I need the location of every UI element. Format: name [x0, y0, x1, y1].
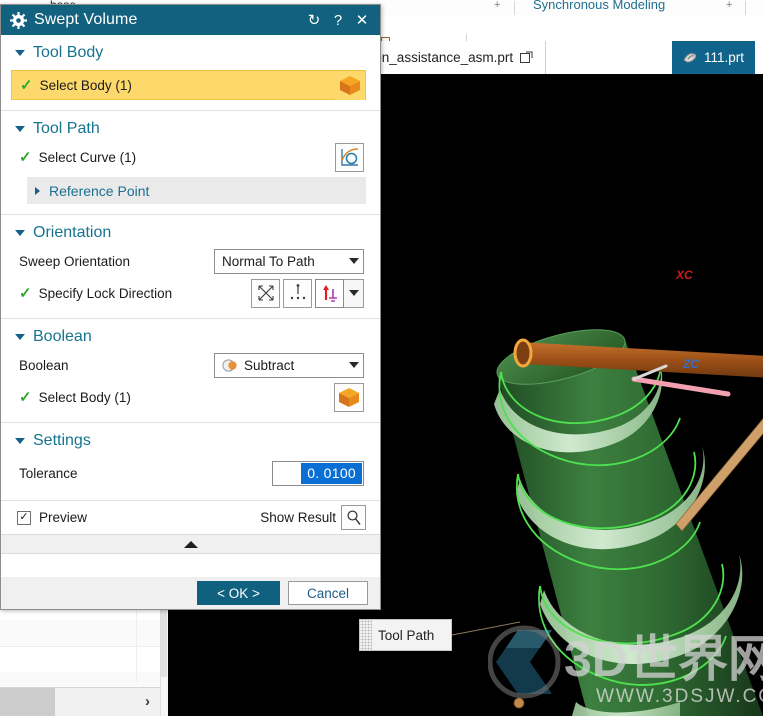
check-icon: ✓	[19, 284, 32, 302]
group-orientation: Orientation Sweep Orientation Normal To …	[1, 215, 380, 319]
chevron-down-icon[interactable]	[349, 258, 359, 264]
select-body-label: Select Body (1)	[39, 77, 132, 93]
select-body-row-tool-body[interactable]: ✓ Select Body (1)	[11, 70, 366, 100]
check-icon: ✓	[20, 76, 33, 94]
gear-icon	[10, 11, 27, 29]
sweep-orientation-row: Sweep Orientation Normal To Path	[1, 246, 380, 276]
triangle-down-icon[interactable]	[15, 438, 25, 444]
ribbon-tab-add-icon[interactable]: +	[726, 0, 732, 11]
solid-body-cube-icon[interactable]	[335, 70, 365, 100]
boolean-mode-select[interactable]: Subtract	[214, 352, 364, 378]
magnifier-icon[interactable]	[341, 505, 366, 530]
subtract-icon	[222, 358, 238, 373]
sweep-orientation-value: Normal To Path	[222, 253, 315, 269]
boolean-mode-row: Boolean Subtract	[1, 350, 380, 380]
group-header-tool-body[interactable]: Tool Body	[1, 35, 380, 66]
specify-lock-direction-row[interactable]: ✓ Specify Lock Direction	[1, 278, 380, 308]
group-settings: Settings Tolerance 0. 0100	[1, 423, 380, 501]
boolean-mode-label: Boolean	[19, 357, 69, 373]
ribbon-divider	[514, 1, 515, 15]
cancel-button[interactable]: Cancel	[288, 581, 368, 605]
triangle-up-icon[interactable]	[183, 540, 198, 548]
tolerance-label: Tolerance	[19, 465, 78, 481]
group-title-tool-body: Tool Body	[33, 44, 104, 61]
sweep-orientation-select[interactable]: Normal To Path	[214, 248, 364, 274]
chevron-right-icon[interactable]: ›	[145, 693, 150, 710]
preview-label: Preview	[39, 510, 88, 525]
tolerance-input[interactable]: 0. 0100	[272, 460, 364, 486]
reset-icon[interactable]: ↻	[302, 7, 326, 33]
vector-cross-icon[interactable]	[251, 278, 280, 308]
triangle-down-icon[interactable]	[15, 334, 25, 340]
point-dialog-icon[interactable]	[283, 278, 312, 308]
group-tool-body: Tool Body ✓ Select Body (1)	[1, 35, 380, 111]
specify-lock-direction-label: Specify Lock Direction	[38, 285, 173, 301]
datum-axis-icon[interactable]	[315, 278, 344, 308]
select-body-row-boolean[interactable]: ✓ Select Body (1)	[1, 382, 380, 412]
ribbon-divider-2	[745, 1, 746, 15]
check-glyph: ✓	[19, 511, 29, 523]
triangle-down-icon[interactable]	[15, 230, 25, 236]
select-curve-row[interactable]: ✓ Select Curve (1)	[1, 142, 380, 172]
select-curve-label: Select Curve (1)	[38, 149, 137, 165]
dialog-bottom-strip	[1, 609, 380, 610]
preview-bar: ✓ Preview Show Result	[1, 501, 380, 535]
group-header-orientation[interactable]: Orientation	[1, 215, 380, 246]
group-title-orientation: Orientation	[33, 224, 112, 241]
preview-checkbox[interactable]: ✓	[17, 510, 31, 525]
check-icon: ✓	[19, 388, 32, 406]
tool-path-tooltip[interactable]: Tool Path	[359, 619, 452, 651]
footer-swatch	[0, 688, 55, 716]
file-tab-label: 111.prt	[704, 50, 745, 65]
open-in-window-icon[interactable]	[520, 51, 534, 65]
select-curve-icon[interactable]	[335, 142, 364, 172]
group-title-boolean: Boolean	[33, 328, 92, 345]
reference-point-label: Reference Point	[49, 182, 150, 199]
ok-button[interactable]: < OK >	[197, 581, 280, 605]
ribbon-collapse-icon[interactable]: +	[494, 0, 500, 11]
close-icon[interactable]: ✕	[350, 7, 374, 33]
sweep-orientation-label: Sweep Orientation	[19, 253, 131, 269]
tolerance-value: 0. 0100	[301, 462, 362, 484]
file-tab-active[interactable]: 111.prt	[672, 41, 756, 74]
check-icon: ✓	[19, 148, 32, 166]
group-header-tool-path[interactable]: Tool Path	[1, 111, 380, 142]
chevron-down-icon[interactable]	[349, 362, 359, 368]
dialog-footer: < OK > Cancel	[1, 577, 380, 609]
help-icon[interactable]: ?	[326, 7, 350, 33]
triangle-right-icon[interactable]	[35, 186, 40, 195]
tolerance-row: Tolerance 0. 0100	[1, 458, 380, 488]
triangle-down-icon[interactable]	[15, 126, 25, 132]
boolean-mode-value: Subtract	[244, 357, 295, 373]
drag-grip-icon[interactable]	[360, 620, 372, 650]
solid-body-cube-icon[interactable]	[334, 382, 364, 412]
dialog-collapse-handle[interactable]	[1, 535, 380, 554]
triangle-down-icon[interactable]	[15, 50, 25, 56]
lock-direction-button-group	[248, 278, 364, 308]
panel-footer: ›	[0, 687, 160, 716]
swept-volume-dialog[interactable]: Swept Volume ↻ ? ✕ Tool Body ✓ Select Bo…	[0, 4, 381, 610]
tool-path-tooltip-label: Tool Path	[378, 627, 435, 643]
group-header-boolean[interactable]: Boolean	[1, 319, 380, 350]
ribbon-tab-synchronous-modeling[interactable]: Synchronous Modeling	[533, 0, 665, 12]
group-title-settings: Settings	[33, 432, 91, 449]
dialog-titlebar[interactable]: Swept Volume ↻ ? ✕	[1, 5, 380, 35]
group-header-settings[interactable]: Settings	[1, 423, 380, 454]
dialog-title: Swept Volume	[34, 11, 138, 28]
dialog-body: Tool Body ✓ Select Body (1) Tool Path ✓ …	[1, 35, 380, 577]
select-body-label: Select Body (1)	[38, 389, 131, 405]
group-title-tool-path: Tool Path	[33, 120, 100, 137]
part-file-icon	[683, 51, 697, 65]
group-boolean: Boolean Boolean Subtract ✓ Select Body (…	[1, 319, 380, 423]
reference-point-row[interactable]: Reference Point	[27, 177, 366, 204]
lock-direction-dropdown-caret[interactable]	[344, 278, 364, 308]
show-result-label: Show Result	[260, 510, 336, 525]
group-tool-path: Tool Path ✓ Select Curve (1) Reference P…	[1, 111, 380, 215]
